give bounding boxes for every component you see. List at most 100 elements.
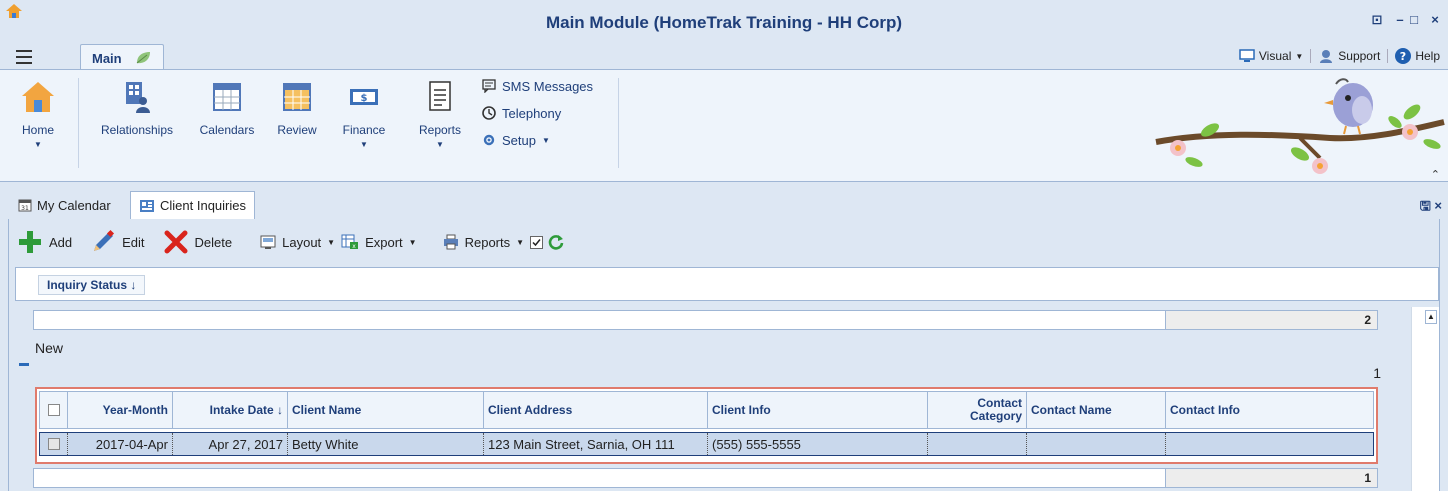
select-all-checkbox[interactable] [47, 404, 60, 416]
bird-branch-logo [1155, 78, 1445, 174]
row-select-cell [40, 433, 68, 455]
checkbox-checked-icon[interactable] [530, 235, 544, 249]
export-label: Export [365, 234, 403, 250]
add-button[interactable]: Add [17, 229, 72, 255]
relationships-icon [126, 82, 150, 113]
table-row[interactable]: 2017-04-Apr Apr 27, 2017 Betty White 123… [39, 432, 1374, 456]
group-row-new[interactable]: New 1 [15, 335, 1411, 385]
tab-main-label: Main [92, 51, 122, 66]
svg-text:$: $ [361, 93, 368, 104]
close-tab-icon[interactable]: × [1434, 198, 1442, 213]
refresh-icon[interactable] [547, 233, 565, 251]
home-button[interactable]: Home ▼ [18, 80, 58, 149]
toolbar: Add Edit Delete Layout ▼ x Export ▼ Repo… [9, 219, 1439, 265]
tab-my-calendar-label: My Calendar [37, 197, 111, 213]
ribbon: Home ▼ Relationships Calendars Review $ … [0, 69, 1448, 182]
layout-button[interactable]: Layout ▼ [260, 234, 335, 250]
report-icon [429, 81, 451, 111]
scroll-up-icon[interactable]: ▲ [1425, 310, 1437, 324]
document-tabs: 31 My Calendar Client Inquiries 🖫 × [0, 183, 1448, 219]
col-contact-info[interactable]: Contact Info [1166, 392, 1373, 428]
review-label: Review [277, 123, 317, 137]
auto-refresh-toggle[interactable] [530, 233, 565, 251]
group-name: New [35, 340, 64, 356]
col-intake-date[interactable]: Intake Date ↓ [173, 392, 288, 428]
plus-icon [19, 231, 41, 253]
select-all-cell [40, 392, 68, 428]
sms-messages-button[interactable]: SMS Messages [482, 77, 593, 95]
cell-intake-date: Apr 27, 2017 [173, 433, 288, 455]
message-icon [482, 79, 496, 93]
monitor-icon [1239, 49, 1255, 62]
edit-button[interactable]: Edit [90, 229, 145, 255]
cell-contact-category [928, 433, 1027, 455]
telephony-button[interactable]: Telephony [482, 104, 561, 122]
group-by-panel: Inquiry Status ↓ [15, 267, 1439, 301]
col-year-month[interactable]: Year-Month [68, 392, 173, 428]
calendar-icon [213, 83, 241, 111]
collapse-group-icon[interactable] [19, 363, 29, 366]
finance-button[interactable]: $ Finance ▼ [336, 80, 392, 149]
chevron-down-icon: ▼ [1295, 51, 1304, 61]
save-icon[interactable]: 🖫 [1420, 198, 1431, 213]
col-client-name[interactable]: Client Name [288, 392, 484, 428]
delete-label: Delete [194, 234, 233, 250]
col-client-info[interactable]: Client Info [708, 392, 928, 428]
svg-text:?: ? [1400, 50, 1406, 63]
support-link[interactable]: Support [1338, 49, 1380, 63]
export-button[interactable]: x Export ▼ [341, 234, 417, 250]
review-button[interactable]: Review [270, 80, 324, 137]
export-icon: x [341, 234, 359, 250]
cell-client-address: 123 Main Street, Sarnia, OH 111 [484, 433, 708, 455]
add-label: Add [49, 234, 73, 250]
tab-main[interactable]: Main [80, 44, 164, 70]
group-chip-inquiry-status[interactable]: Inquiry Status ↓ [38, 275, 146, 295]
col-contact-category[interactable]: Contact Category [928, 392, 1027, 428]
menu-icon[interactable] [16, 50, 32, 64]
highlighted-table: Year-Month Intake Date ↓ Client Name Cli… [35, 387, 1378, 464]
tab-client-inquiries-label: Client Inquiries [160, 198, 246, 213]
telephony-label: Telephony [502, 105, 562, 121]
vertical-scrollbar[interactable] [1411, 307, 1439, 491]
pencil-icon [94, 229, 115, 251]
svg-text:31: 31 [21, 205, 29, 212]
reports-toolbar-button[interactable]: Reports ▼ [443, 234, 524, 250]
cell-client-info: (555) 555-5555 [708, 433, 928, 455]
table-header: Year-Month Intake Date ↓ Client Name Cli… [39, 391, 1374, 429]
grid: ▲ 2 New 1 Year-Month Intake Date ↓ Clien… [15, 307, 1439, 491]
gear-icon [483, 134, 495, 146]
row-checkbox[interactable] [47, 438, 60, 450]
home-icon [22, 82, 54, 112]
maximize-button[interactable]: □ [1405, 12, 1423, 28]
delete-button[interactable]: Delete [163, 229, 233, 255]
finance-label: Finance [342, 123, 386, 137]
tab-client-inquiries[interactable]: Client Inquiries [130, 191, 255, 219]
calendars-button[interactable]: Calendars [194, 80, 260, 137]
setup-button[interactable]: Setup ▼ [482, 131, 550, 149]
printer-icon [443, 234, 458, 250]
restore-icon[interactable]: ⊡ [1368, 12, 1386, 28]
top-total: 2 [1165, 311, 1377, 329]
tab-my-calendar[interactable]: 31 My Calendar [10, 191, 119, 219]
leaf-icon [136, 52, 150, 64]
reports-toolbar-label: Reports [464, 234, 511, 250]
col-contact-name[interactable]: Contact Name [1027, 392, 1166, 428]
help-link[interactable]: Help [1415, 49, 1440, 63]
top-right-links: Visual ▼ Support ? Help [1239, 46, 1440, 66]
col-client-address[interactable]: Client Address [484, 392, 708, 428]
clock-icon [482, 106, 496, 120]
support-icon [1320, 50, 1333, 63]
collapse-ribbon-icon[interactable]: ⌃ [1431, 168, 1440, 181]
cell-contact-name [1027, 433, 1166, 455]
visual-menu[interactable]: Visual [1259, 49, 1291, 63]
footer-total: 1 [1165, 469, 1377, 487]
relationships-button[interactable]: Relationships [92, 80, 182, 137]
close-button[interactable]: × [1426, 12, 1444, 28]
reports-ribbon-button[interactable]: Reports ▼ [410, 80, 470, 149]
content-panel: Add Edit Delete Layout ▼ x Export ▼ Repo… [8, 219, 1440, 491]
window-title: Main Module (HomeTrak Training - HH Corp… [545, 13, 903, 32]
svg-text:x: x [352, 243, 356, 250]
calendar-icon: 31 [18, 199, 32, 212]
delete-x-icon [164, 230, 188, 254]
layout-label: Layout [282, 234, 322, 250]
